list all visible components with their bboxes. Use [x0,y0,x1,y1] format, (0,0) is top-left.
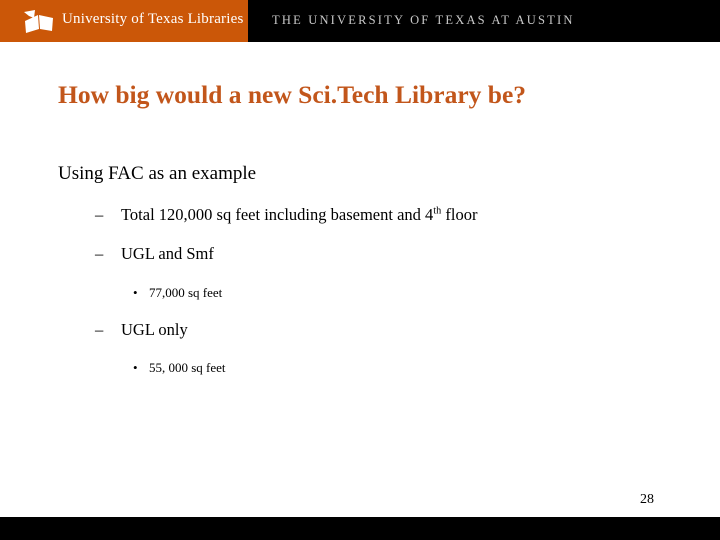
page-number: 28 [640,492,654,507]
dash-bullet-icon: – [95,205,104,224]
footer-bar [0,517,720,540]
list-item-label: UGL and Smf [121,244,214,263]
list-item: – UGL and Smf [95,244,214,264]
list-item: • 77,000 sq feet [133,285,222,301]
dash-bullet-icon: – [95,320,104,339]
list-item-label: 77,000 sq feet [149,285,223,300]
slide: University of Texas Libraries THE UNIVER… [0,0,720,540]
slide-body: Using FAC as an example – Total 120,000 s… [0,0,720,540]
dash-bullet-icon: – [95,244,104,263]
list-item-label-tail: floor [441,205,478,224]
list-item: • 55, 000 sq feet [133,360,226,376]
round-bullet-icon: • [133,285,138,300]
list-item: – UGL only [95,320,188,340]
list-item-label: Total 120,000 sq feet including basement… [121,205,434,224]
round-bullet-icon: • [133,360,138,375]
list-item: – Total 120,000 sq feet including basemen… [95,205,477,225]
content-heading: Using FAC as an example [58,163,257,184]
list-item-label: UGL only [121,320,188,339]
list-item-label: 55, 000 sq feet [149,360,226,375]
